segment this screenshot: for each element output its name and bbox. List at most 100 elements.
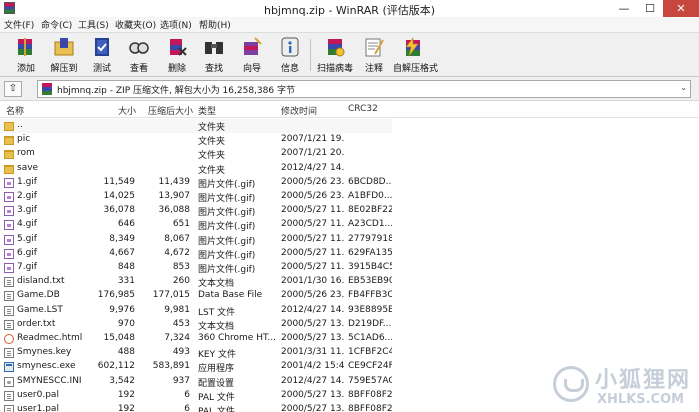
file-modified: 2000/5/27 11... (281, 205, 345, 216)
parent-folder-icon (4, 122, 14, 131)
file-modified: 2001/1/30 16... (281, 276, 345, 287)
file-name: 6.gif (17, 247, 37, 258)
gif-file-icon (4, 177, 14, 188)
file-row[interactable]: .. 文件夹 (0, 119, 392, 133)
file-name: 1.gif (17, 176, 37, 187)
file-crc32: 759E57AC (348, 375, 392, 386)
minimize-button[interactable]: — (611, 0, 637, 17)
add-label: 添加 (16, 64, 35, 74)
test-button[interactable]: 测试 (82, 36, 122, 74)
extract-to-button[interactable]: 解压到 (44, 36, 84, 74)
file-size: 602,112 (97, 361, 135, 372)
file-row[interactable]: SMYNESCC.INI 3,542 937 配置设置 2012/4/27 14... 7… (0, 375, 392, 389)
file-row[interactable]: 5.gif 8,349 8,067 图片文件(.gif) 2000/5/27 11...… (0, 233, 392, 247)
file-name: pic (17, 134, 31, 145)
file-row[interactable]: Readmec.html 15,048 7,324 360 Chrome HT... 2… (0, 332, 392, 346)
file-name: 5.gif (17, 233, 37, 244)
column-crc32[interactable]: CRC32 (348, 104, 378, 114)
menu-favorites[interactable]: 收藏夹(O) (115, 18, 156, 31)
file-modified: 2001/3/31 11... (281, 347, 345, 358)
file-crc32: 3915B4C5 (348, 262, 392, 272)
file-crc32: FB4FFB3C (348, 290, 392, 301)
column-modified[interactable]: 修改时间 (281, 104, 317, 117)
info-icon (281, 37, 299, 57)
view-icon (129, 42, 149, 54)
view-button[interactable]: 查看 (119, 36, 159, 74)
file-type: 文本文档 (198, 279, 235, 290)
file-size: 646 (117, 219, 135, 230)
info-button[interactable]: 信息 (270, 36, 310, 74)
file-modified: 2012/4/27 14... (281, 162, 345, 173)
file-modified: 2000/5/27 13... (281, 389, 345, 400)
file-row[interactable]: disland.txt 331 260 文本文档 2001/1/30 16... EB53… (0, 275, 392, 289)
menu-help[interactable]: 帮助(H) (199, 18, 231, 31)
file-size: 192 (117, 389, 135, 400)
file-packed-size: 583,891 (152, 361, 190, 372)
find-button[interactable]: 查找 (194, 36, 234, 74)
maximize-button[interactable]: ☐ (637, 0, 663, 17)
file-row[interactable]: 3.gif 36,078 36,088 图片文件(.gif) 2000/5/27 11.… (0, 204, 392, 218)
address-field[interactable]: hbjmnq.zip - ZIP 压缩文件, 解包大小为 16,258,386 … (37, 80, 691, 98)
column-type[interactable]: 类型 (198, 104, 216, 117)
menu-commands[interactable]: 命令(C) (41, 18, 72, 31)
folder-icon (4, 136, 14, 146)
file-modified: 2007/1/21 20... (281, 148, 345, 159)
file-row[interactable]: order.txt 970 453 文本文档 2000/5/27 13... D219DF… (0, 318, 392, 332)
delete-button[interactable]: 删除 (157, 36, 197, 74)
file-row[interactable]: smynesc.exe 602,112 583,891 应用程序 2001/4/2 15… (0, 360, 392, 374)
file-size: 8,349 (109, 233, 135, 244)
wizard-button[interactable]: 向导 (232, 36, 272, 74)
chevron-down-icon[interactable]: ⌄ (680, 83, 687, 92)
file-size: 15,048 (103, 333, 136, 343)
file-name: SMYNESCC.INI (17, 375, 82, 386)
file-row[interactable]: 7.gif 848 853 图片文件(.gif) 2000/5/27 11... 3915… (0, 261, 392, 275)
column-name[interactable]: 名称 (6, 104, 24, 117)
file-type: 360 Chrome HT... (198, 333, 276, 343)
file-row[interactable]: 6.gif 4,667 4,672 图片文件(.gif) 2000/5/27 11...… (0, 247, 392, 261)
file-size: 4,667 (109, 247, 135, 258)
file-row[interactable]: save 文件夹 2012/4/27 14... (0, 162, 392, 176)
file-row[interactable]: user0.pal 192 6 PAL 文件 2000/5/27 13... 8BFF08… (0, 389, 392, 403)
file-row[interactable]: 1.gif 11,549 11,439 图片文件(.gif) 2000/5/26 23.… (0, 176, 392, 190)
file-size: 192 (117, 404, 135, 412)
file-size: 11,549 (103, 176, 136, 187)
menu-bar: 文件(F) 命令(C) 工具(S) 收藏夹(O) 选项(N) 帮助(H) (0, 17, 699, 32)
file-size: 176,985 (97, 290, 135, 301)
info-label: 信息 (280, 64, 299, 74)
file-name: user0.pal (17, 389, 59, 400)
menu-file[interactable]: 文件(F) (4, 18, 34, 31)
menu-tools[interactable]: 工具(S) (78, 18, 109, 31)
file-name: smynesc.exe (17, 361, 76, 372)
gif-file-icon (4, 263, 14, 273)
menu-options[interactable]: 选项(N) (160, 18, 192, 31)
file-row[interactable]: rom 文件夹 2007/1/21 20... (0, 147, 392, 161)
column-size[interactable]: 大小 (118, 104, 136, 117)
sfx-button[interactable]: 自解压格式 (393, 36, 438, 74)
virus-scan-label: 扫描病毒 (316, 64, 353, 74)
add-button[interactable]: 添加 (6, 36, 46, 74)
file-row[interactable]: Game.DB 176,985 177,015 Data Base File 2000/… (0, 289, 392, 303)
file-packed-size: 453 (172, 318, 190, 329)
watermark-en: XHLKS.COM (597, 392, 685, 407)
close-button[interactable]: ✕ (663, 0, 699, 17)
file-row[interactable]: user1.pal 192 6 PAL 文件 2000/5/27 13... 8BFF08… (0, 403, 392, 412)
file-modified: 2007/1/21 19... (281, 134, 345, 145)
toolbar: 添加 解压到 测试 查看 删除 查找 向导 信息 扫描病毒 注释 自解压格式 (0, 32, 699, 77)
virus-scan-button[interactable]: 扫描病毒 (315, 36, 355, 74)
wizard-label: 向导 (242, 64, 261, 74)
file-row[interactable]: pic 文件夹 2007/1/21 19... (0, 133, 392, 147)
gif-file-icon (4, 248, 14, 259)
file-row[interactable]: 4.gif 646 651 图片文件(.gif) 2000/5/27 11... A23C… (0, 218, 392, 232)
column-packed-size[interactable]: 压缩后大小 (148, 104, 193, 117)
file-type: 图片文件(.gif) (198, 194, 256, 204)
up-one-level-button[interactable]: ⇧ (4, 81, 22, 97)
file-type: PAL 文件 (198, 407, 235, 412)
file-row[interactable]: Smynes.key 488 493 KEY 文件 2001/3/31 11... 1CF… (0, 346, 392, 360)
file-row[interactable]: 2.gif 14,025 13,907 图片文件(.gif) 2000/5/26 23.… (0, 190, 392, 204)
file-row[interactable]: Game.LST 9,976 9,981 LST 文件 2012/4/27 14... 9… (0, 304, 392, 318)
file-packed-size: 4,672 (164, 247, 190, 258)
comment-button[interactable]: 注释 (354, 36, 394, 74)
window-title: hbjmnq.zip - WinRAR (评估版本) (263, 4, 436, 17)
file-modified: 2000/5/27 11... (281, 262, 345, 272)
html-file-icon (4, 334, 14, 344)
